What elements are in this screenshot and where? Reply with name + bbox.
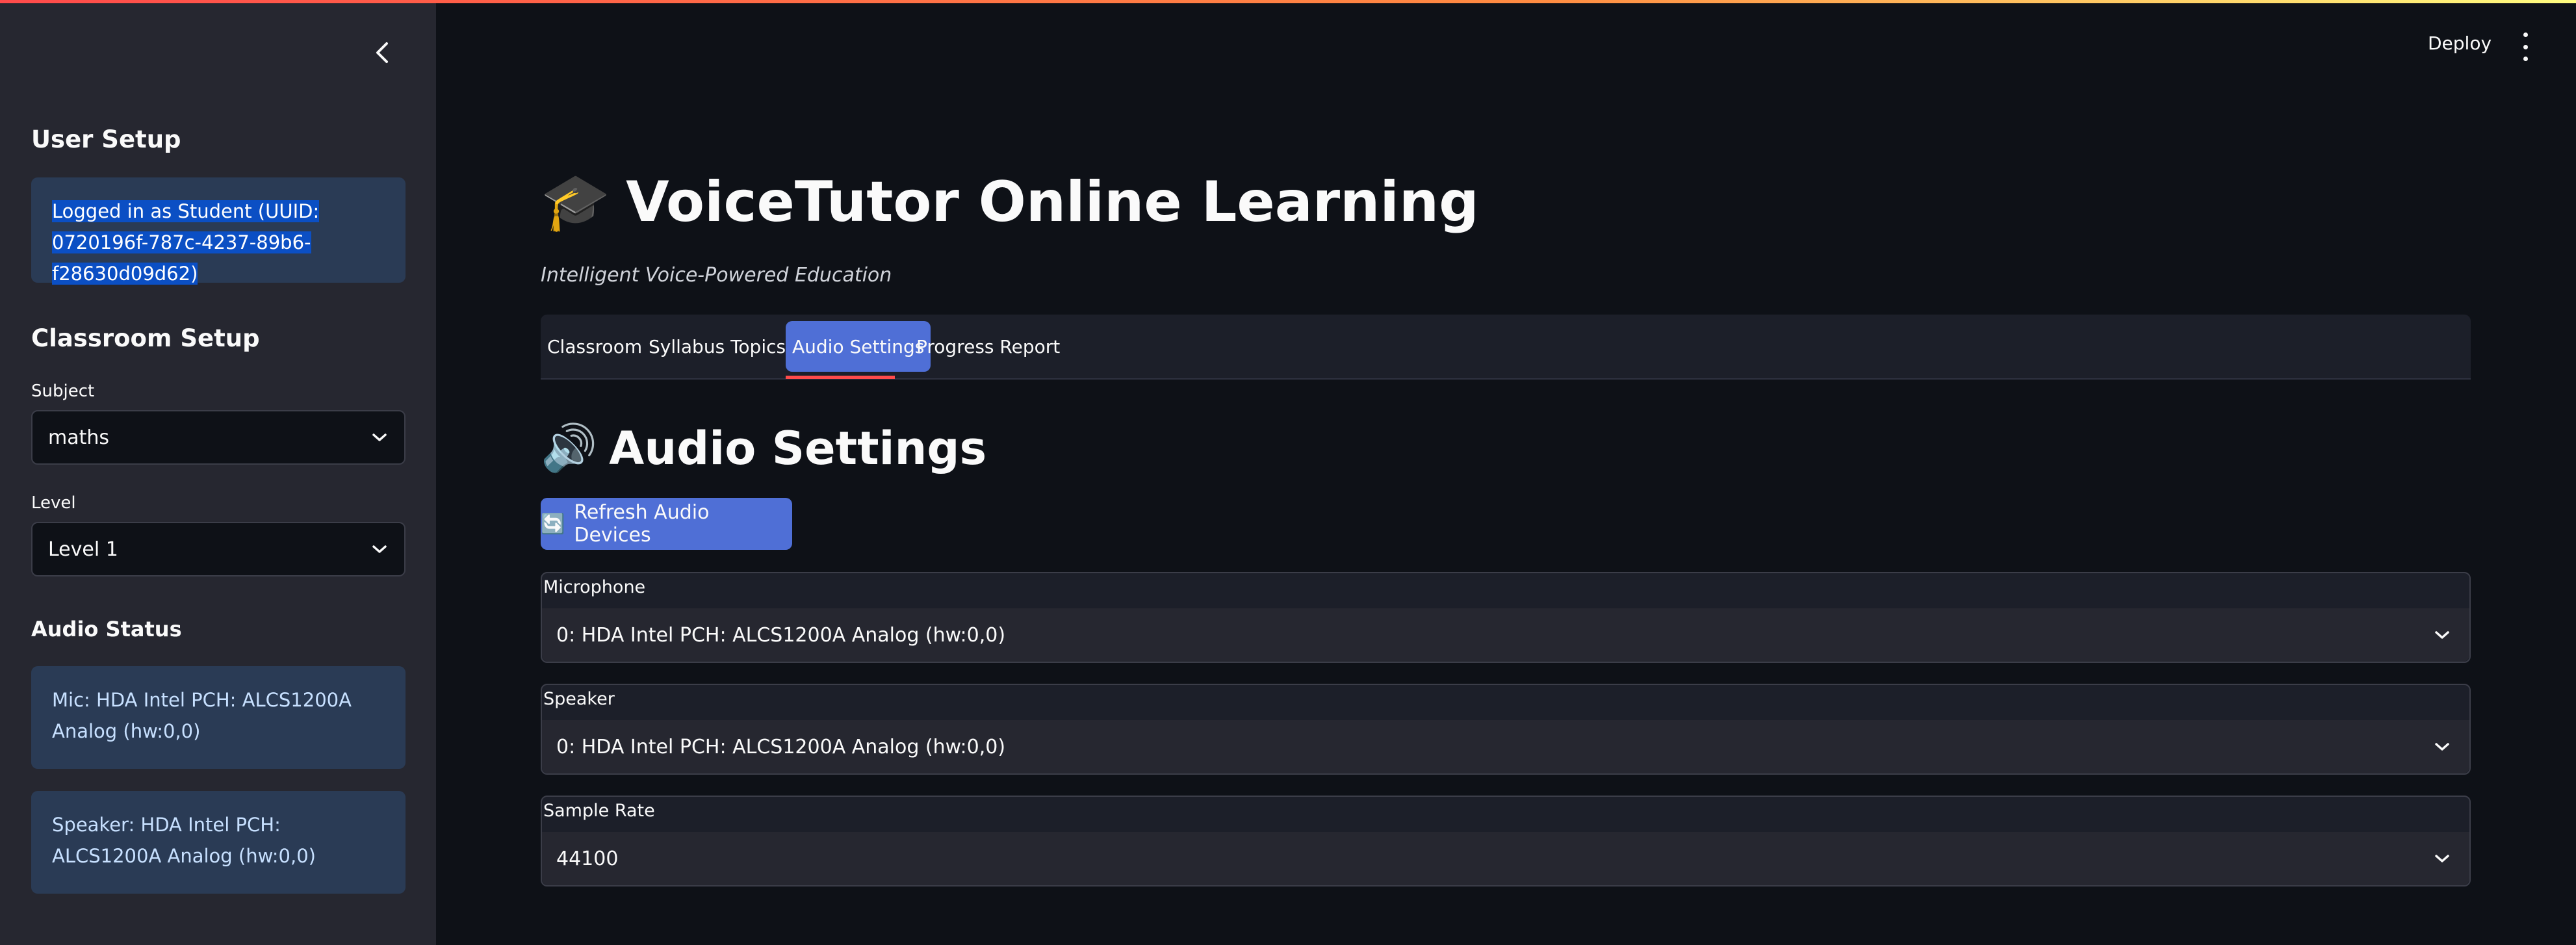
speaker-label: Speaker — [543, 689, 615, 709]
level-value: Level 1 — [48, 537, 118, 561]
subject-select[interactable]: maths — [31, 410, 406, 465]
collapse-sidebar-button[interactable] — [369, 40, 395, 68]
level-select[interactable]: Level 1 — [31, 522, 406, 576]
tab-classroom[interactable]: Classroom — [547, 321, 642, 372]
refresh-icon: 🔄 — [541, 512, 565, 536]
chevron-down-icon — [2434, 630, 2450, 640]
sample-rate-value: 44100 — [556, 847, 619, 870]
classroom-setup-heading: Classroom Setup — [31, 324, 260, 352]
active-tab-indicator — [786, 376, 895, 379]
section-title: 🔊 Audio Settings — [541, 421, 986, 475]
deploy-button[interactable]: Deploy — [2428, 32, 2492, 54]
sample-rate-field: Sample Rate 44100 — [541, 796, 2471, 887]
chevron-down-icon — [2434, 854, 2450, 863]
microphone-select[interactable]: 0: HDA Intel PCH: ALCS1200A Analog (hw:0… — [542, 608, 2469, 662]
refresh-button-label: Refresh Audio Devices — [574, 501, 710, 547]
sidebar: User Setup Logged in as Student (UUID: 0… — [0, 3, 436, 945]
chevron-down-icon — [2434, 742, 2450, 751]
graduation-cap-icon: 🎓 — [541, 170, 611, 235]
login-info-text: Logged in as Student (UUID: 0720196f-787… — [52, 200, 320, 285]
audio-status-heading: Audio Status — [31, 617, 182, 641]
mic-status-text: Mic: HDA Intel PCH: ALCS1200A Analog (hw… — [52, 689, 352, 742]
subject-label: Subject — [31, 382, 95, 401]
speaker-value: 0: HDA Intel PCH: ALCS1200A Analog (hw:0… — [556, 735, 1006, 758]
user-setup-heading: User Setup — [31, 125, 181, 153]
page-title: 🎓 VoiceTutor Online Learning — [541, 169, 1479, 235]
login-info-box: Logged in as Student (UUID: 0720196f-787… — [31, 177, 406, 285]
tab-progress-report[interactable]: Progress Report — [916, 321, 1060, 372]
speaker-status-box: Speaker: HDA Intel PCH: ALCS1200A Analog… — [31, 791, 406, 894]
sample-rate-select[interactable]: 44100 — [542, 832, 2469, 885]
tab-bar: Classroom Syllabus Topics Audio Settings… — [541, 315, 2471, 380]
chevron-down-icon — [372, 433, 387, 442]
page-title-text: VoiceTutor Online Learning — [626, 169, 1479, 235]
tab-syllabus-topics[interactable]: Syllabus Topics — [649, 321, 786, 372]
microphone-field: Microphone 0: HDA Intel PCH: ALCS1200A A… — [541, 572, 2471, 663]
speaker-icon: 🔊 — [541, 421, 598, 474]
subject-value: maths — [48, 426, 110, 449]
page-subtitle: Intelligent Voice-Powered Education — [541, 264, 892, 287]
chevron-down-icon — [372, 545, 387, 554]
microphone-label: Microphone — [543, 577, 646, 597]
chevron-left-icon — [375, 38, 389, 71]
sample-rate-label: Sample Rate — [543, 801, 655, 821]
kebab-dot — [2523, 44, 2528, 49]
main-menu-button[interactable] — [2519, 32, 2532, 61]
speaker-status-text: Speaker: HDA Intel PCH: ALCS1200A Analog… — [52, 814, 316, 867]
refresh-audio-devices-button[interactable]: 🔄 Refresh Audio Devices — [541, 498, 792, 550]
level-label: Level — [31, 493, 76, 513]
speaker-field: Speaker 0: HDA Intel PCH: ALCS1200A Anal… — [541, 684, 2471, 775]
microphone-value: 0: HDA Intel PCH: ALCS1200A Analog (hw:0… — [556, 623, 1006, 647]
section-title-text: Audio Settings — [609, 421, 987, 475]
tab-audio-settings[interactable]: Audio Settings — [786, 321, 931, 372]
mic-status-box: Mic: HDA Intel PCH: ALCS1200A Analog (hw… — [31, 666, 406, 769]
kebab-dot — [2523, 32, 2528, 37]
kebab-dot — [2523, 57, 2528, 61]
speaker-select[interactable]: 0: HDA Intel PCH: ALCS1200A Analog (hw:0… — [542, 720, 2469, 773]
